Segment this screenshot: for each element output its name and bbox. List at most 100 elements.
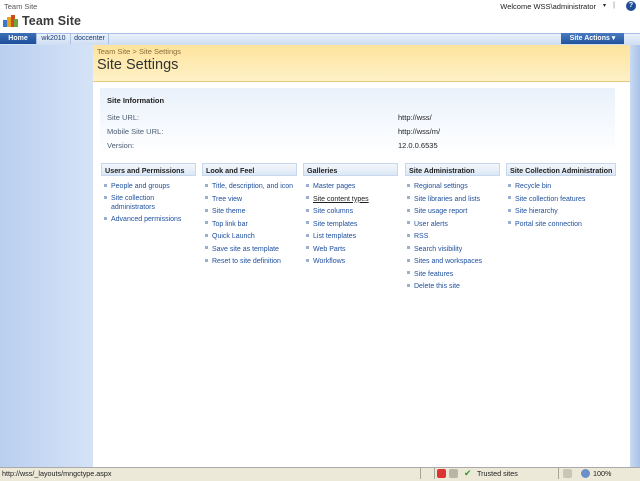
link-site-templates[interactable]: Site templates bbox=[306, 221, 357, 228]
link-user-alerts[interactable]: User alerts bbox=[407, 221, 448, 228]
bullet-icon bbox=[104, 183, 107, 187]
tab-doccenter[interactable]: doccenter bbox=[71, 33, 109, 44]
link-quick-launch[interactable]: Quick Launch bbox=[205, 233, 255, 240]
bullet-icon bbox=[306, 246, 309, 250]
link-list-templates[interactable]: List templates bbox=[306, 233, 356, 240]
bullet-icon bbox=[306, 183, 309, 187]
bullet-icon bbox=[407, 258, 410, 262]
protected-mode-icon[interactable] bbox=[563, 469, 572, 478]
site-title[interactable]: Team Site bbox=[22, 14, 81, 28]
status-separator bbox=[558, 468, 559, 479]
link-site-libraries-and-lists[interactable]: Site libraries and lists bbox=[407, 196, 480, 203]
mobile-site-url-value: http://wss/m/ bbox=[398, 127, 441, 136]
breadcrumb: Team Site > Site Settings bbox=[97, 47, 181, 56]
bullet-icon bbox=[508, 196, 511, 200]
bullet-icon bbox=[104, 195, 107, 199]
separator: | bbox=[613, 2, 615, 9]
bullet-icon bbox=[205, 196, 208, 200]
site-information-panel bbox=[100, 88, 615, 156]
bullet-icon bbox=[407, 271, 410, 275]
bullet-icon bbox=[205, 221, 208, 225]
breadcrumb-separator: > bbox=[132, 47, 137, 56]
link-recycle-bin[interactable]: Recycle bin bbox=[508, 183, 551, 190]
link-site-collection-features[interactable]: Site collection features bbox=[508, 196, 585, 203]
bullet-icon bbox=[306, 196, 309, 200]
chevron-down-icon[interactable]: ▾ bbox=[603, 2, 606, 9]
bullet-icon bbox=[407, 208, 410, 212]
tab-home[interactable]: Home bbox=[0, 33, 37, 44]
link-delete-this-site[interactable]: Delete this site bbox=[407, 283, 460, 290]
bullet-icon bbox=[205, 246, 208, 250]
site-url-label: Site URL: bbox=[107, 113, 140, 122]
link-sites-and-workspaces[interactable]: Sites and workspaces bbox=[407, 258, 482, 265]
top-bar-title: Team Site bbox=[4, 2, 38, 11]
link-advanced-permissions[interactable]: Advanced permissions bbox=[104, 216, 181, 223]
link-top-link-bar[interactable]: Top link bar bbox=[205, 221, 248, 228]
link-tree-view[interactable]: Tree view bbox=[205, 196, 242, 203]
trusted-sites-check-icon: ✔ bbox=[464, 468, 472, 478]
breadcrumb-team-site[interactable]: Team Site bbox=[97, 47, 130, 56]
look-and-feel-heading: Look and Feel bbox=[202, 163, 297, 176]
site-actions-button[interactable]: Site Actions ▾ bbox=[561, 33, 624, 44]
link-site-features[interactable]: Site features bbox=[407, 271, 453, 278]
link-site-collection-administrators[interactable]: Site collection bbox=[104, 195, 154, 202]
bullet-icon bbox=[306, 208, 309, 212]
site-information-heading: Site Information bbox=[107, 96, 165, 105]
link-site-columns[interactable]: Site columns bbox=[306, 208, 353, 215]
site-logo-icon[interactable] bbox=[3, 14, 18, 29]
bullet-icon bbox=[205, 233, 208, 237]
bullet-icon bbox=[306, 233, 309, 237]
link-save-site-as-template[interactable]: Save site as template bbox=[205, 246, 279, 253]
security-icon[interactable] bbox=[449, 469, 458, 478]
link-web-parts[interactable]: Web Parts bbox=[306, 246, 346, 253]
bullet-icon bbox=[407, 246, 410, 250]
status-separator bbox=[434, 468, 435, 479]
welcome-menu[interactable]: Welcome WSS\administrator bbox=[500, 2, 596, 11]
bullet-icon bbox=[407, 283, 410, 287]
status-url: http://wss/_layouts/mngctype.aspx bbox=[2, 469, 112, 478]
link-portal-site-connection[interactable]: Portal site connection bbox=[508, 221, 582, 228]
breadcrumb-current: Site Settings bbox=[138, 47, 182, 56]
top-bar: Team Site Welcome WSS\administrator ▾ | … bbox=[0, 0, 640, 14]
page-title: Site Settings bbox=[97, 57, 179, 73]
bullet-icon bbox=[205, 183, 208, 187]
zoom-icon[interactable] bbox=[581, 469, 590, 478]
bullet-icon bbox=[407, 196, 410, 200]
bullet-icon bbox=[508, 183, 511, 187]
zoom-level[interactable]: 100% bbox=[593, 469, 611, 478]
help-icon[interactable]: ? bbox=[626, 1, 636, 11]
tab-wk2010[interactable]: wk2010 bbox=[37, 33, 71, 44]
link-reset-to-site-definition[interactable]: Reset to site definition bbox=[205, 258, 281, 265]
link-site-content-types[interactable]: Site content types bbox=[306, 196, 369, 203]
link-people-and-groups[interactable]: People and groups bbox=[104, 183, 170, 190]
bullet-icon bbox=[205, 258, 208, 262]
bullet-icon bbox=[306, 221, 309, 225]
link-master-pages[interactable]: Master pages bbox=[306, 183, 355, 190]
link-site-theme[interactable]: Site theme bbox=[205, 208, 245, 215]
site-administration-heading: Site Administration bbox=[405, 163, 500, 176]
galleries-heading: Galleries bbox=[303, 163, 398, 176]
link-site-hierarchy[interactable]: Site hierarchy bbox=[508, 208, 558, 215]
link-title-description-icon[interactable]: Title, description, and icon bbox=[205, 183, 293, 190]
link-workflows[interactable]: Workflows bbox=[306, 258, 345, 265]
site-header bbox=[0, 13, 640, 33]
bullet-icon bbox=[407, 233, 410, 237]
right-border bbox=[630, 45, 640, 467]
mobile-site-url-label: Mobile Site URL: bbox=[107, 127, 164, 136]
bullet-icon bbox=[205, 208, 208, 212]
bullet-icon bbox=[508, 221, 511, 225]
bullet-icon bbox=[407, 221, 410, 225]
users-and-permissions-heading: Users and Permissions bbox=[101, 163, 196, 176]
bullet-icon bbox=[407, 183, 410, 187]
security-zone-label[interactable]: Trusted sites bbox=[477, 469, 518, 478]
bullet-icon bbox=[508, 208, 511, 212]
link-site-collection-administrators-line2[interactable]: administrators bbox=[111, 204, 155, 211]
link-search-visibility[interactable]: Search visibility bbox=[407, 246, 462, 253]
link-site-usage-report[interactable]: Site usage report bbox=[407, 208, 467, 215]
site-collection-administration-heading: Site Collection Administration bbox=[506, 163, 616, 176]
link-rss[interactable]: RSS bbox=[407, 233, 428, 240]
version-label: Version: bbox=[107, 141, 135, 150]
popup-blocked-icon[interactable] bbox=[437, 469, 446, 478]
link-regional-settings[interactable]: Regional settings bbox=[407, 183, 468, 190]
left-navigation bbox=[0, 45, 93, 467]
